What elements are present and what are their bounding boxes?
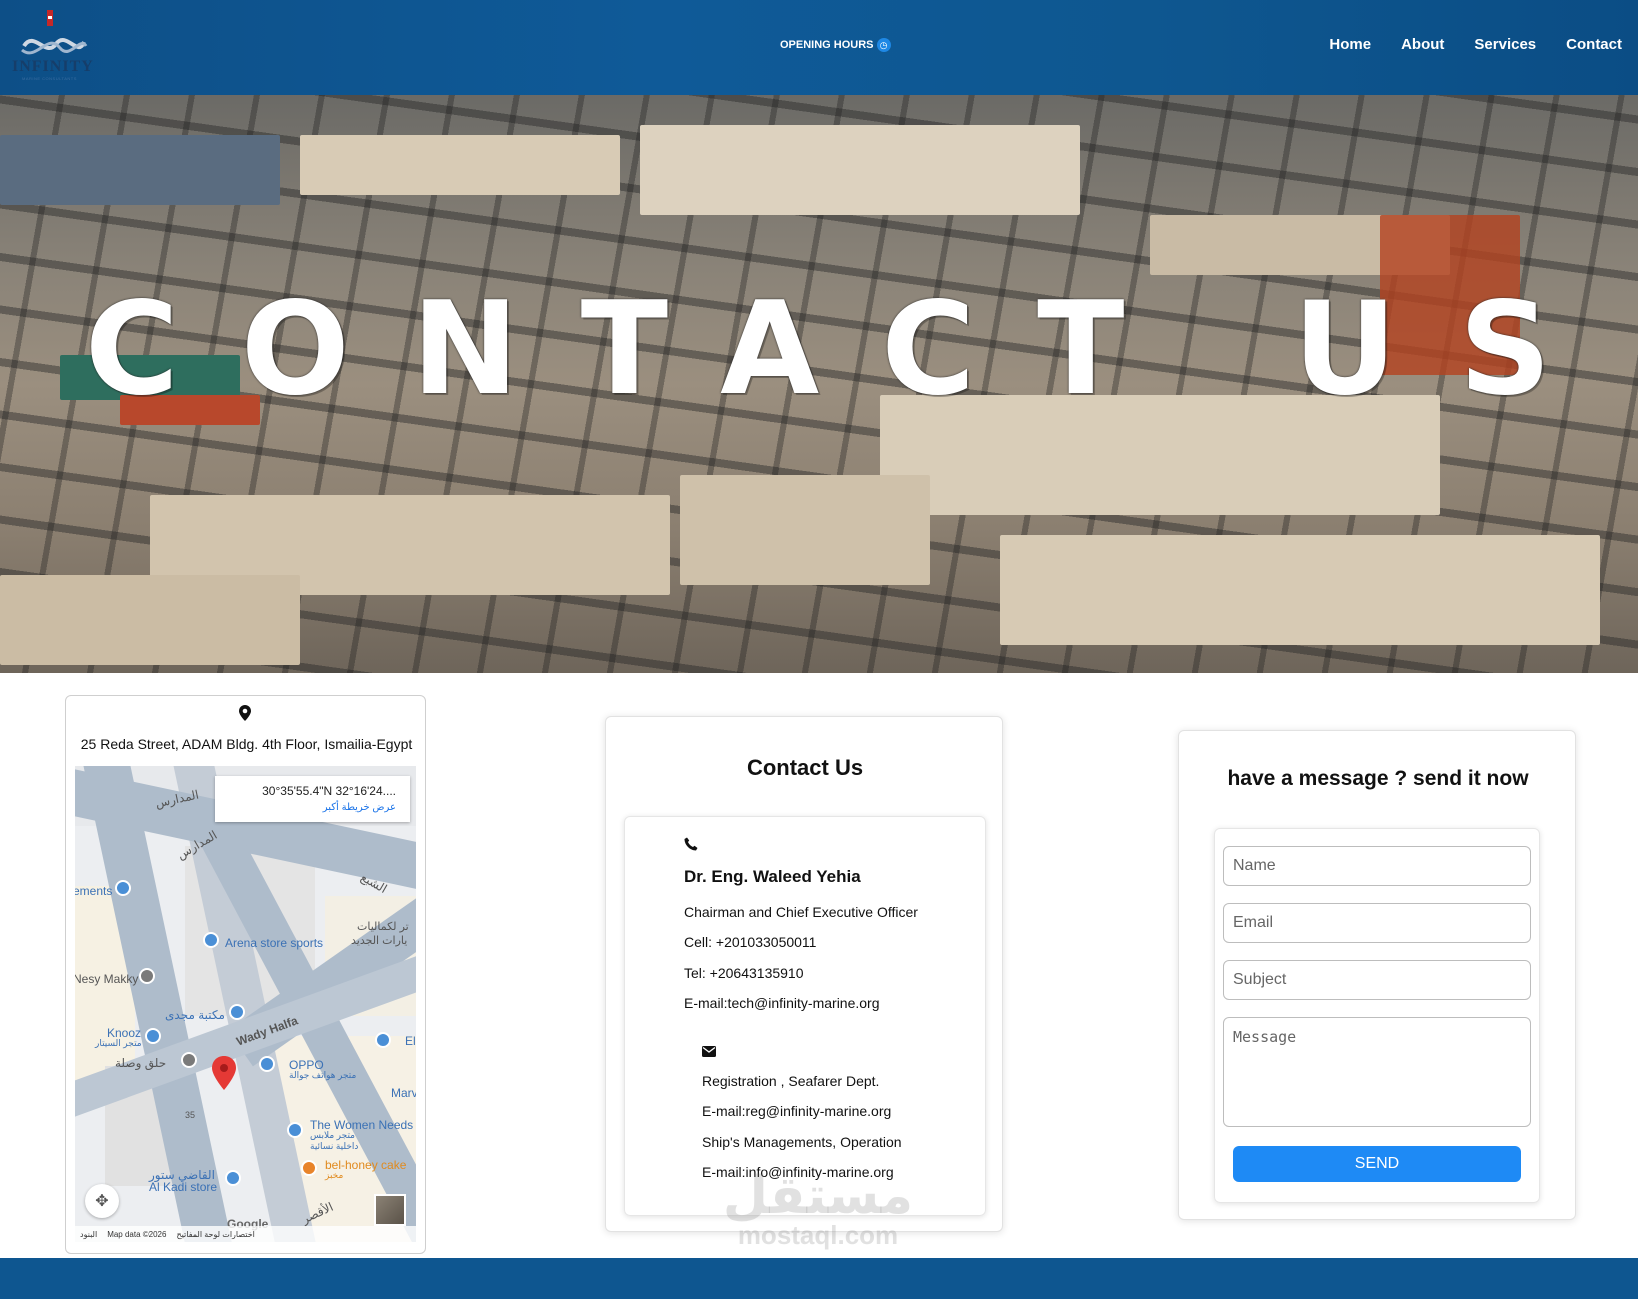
map-poi-icon[interactable] xyxy=(115,880,131,896)
email-input[interactable] xyxy=(1223,903,1531,943)
container-stack xyxy=(300,135,620,195)
map-data-text: Map data ©2026 xyxy=(107,1229,167,1239)
message-textarea[interactable] xyxy=(1223,1017,1531,1127)
map-poi-icon[interactable] xyxy=(287,1122,303,1138)
map-info-box: 30°35'55.4"N 32°16'24.... عرض خريطة أكبر xyxy=(215,776,410,822)
view-larger-map-link[interactable]: عرض خريطة أكبر xyxy=(323,802,396,813)
message-form-card: have a message ? send it now SEND xyxy=(1178,730,1576,1220)
contact-details: Dr. Eng. Waleed Yehia Chairman and Chief… xyxy=(624,816,986,1216)
contact-name: Dr. Eng. Waleed Yehia xyxy=(684,867,861,886)
dept-operations: Ship's Managements, Operation xyxy=(702,1134,902,1150)
name-input[interactable] xyxy=(1223,846,1531,886)
site-header: INFINITY MARINE CONSULTANTS OPENING HOUR… xyxy=(0,0,1638,95)
map-label: متجر السيتار xyxy=(95,1038,142,1048)
bakery-icon[interactable] xyxy=(301,1160,317,1176)
map-label: متجر هواتف جوالة xyxy=(289,1070,357,1080)
nav-about[interactable]: About xyxy=(1401,36,1444,53)
nav-contact[interactable]: Contact xyxy=(1566,36,1622,53)
google-map[interactable]: المدارس المدارس الشبع ements Arena store… xyxy=(75,766,416,1242)
site-footer xyxy=(0,1258,1638,1299)
map-fullscreen-icon[interactable]: ✥ xyxy=(85,1184,119,1218)
location-card: 25 Reda Street, ADAM Bldg. 4th Floor, Is… xyxy=(65,695,426,1254)
subject-input[interactable] xyxy=(1223,960,1531,1000)
satellite-view-toggle[interactable] xyxy=(374,1194,406,1226)
keyboard-shortcuts-link[interactable]: اختصارات لوحة المفاتيح xyxy=(176,1230,254,1239)
logo-text: INFINITY xyxy=(12,58,94,75)
contact-title: Contact Us xyxy=(746,755,864,780)
map-label: تر لكماليات xyxy=(357,921,409,933)
clock-icon: ◷ xyxy=(876,38,891,52)
map-label: Nesy Makky xyxy=(75,972,139,986)
map-poi-icon[interactable] xyxy=(181,1052,197,1068)
message-form: SEND xyxy=(1214,828,1540,1203)
map-label: Al Kadi store xyxy=(149,1180,218,1194)
contact-card: Contact Us Dr. Eng. Waleed Yehia Chairma… xyxy=(605,716,1003,1232)
map-poi-icon[interactable] xyxy=(229,1004,245,1020)
contact-email-reg[interactable]: E-mail:reg@infinity-marine.org xyxy=(702,1103,891,1119)
map-poi-icon[interactable] xyxy=(139,968,155,984)
watermark-latin: mostaql.com xyxy=(737,1220,899,1250)
container-stack xyxy=(0,575,300,665)
phone-icon xyxy=(684,837,698,851)
map-label: يارات الجديد xyxy=(351,935,408,947)
main-nav: Home About Services Contact xyxy=(1329,36,1622,53)
page-title: CONTACT US xyxy=(84,275,1614,424)
mostaql-watermark: مستقل mostaql.com xyxy=(718,1170,918,1248)
map-label: El xyxy=(405,1034,416,1048)
nav-services[interactable]: Services xyxy=(1474,36,1536,53)
map-coordinates: 30°35'55.4"N 32°16'24.... xyxy=(262,784,396,798)
map-label: 35 xyxy=(185,1110,196,1120)
contact-cell[interactable]: Cell: +201033050011 xyxy=(684,934,816,950)
container-stack xyxy=(0,135,280,205)
map-footer: البنود Map data ©2026 اختصارات لوحة المف… xyxy=(75,1226,416,1242)
map-poi-icon[interactable] xyxy=(259,1056,275,1072)
container-stack xyxy=(640,125,1080,215)
map-poi-icon[interactable] xyxy=(145,1028,161,1044)
dept-registration: Registration , Seafarer Dept. xyxy=(702,1073,880,1089)
address-text: 25 Reda Street, ADAM Bldg. 4th Floor, Is… xyxy=(80,736,413,752)
map-label: Marv xyxy=(391,1086,416,1100)
contact-role: Chairman and Chief Executive Officer xyxy=(684,904,918,920)
map-terms-link[interactable]: البنود xyxy=(80,1230,97,1239)
map-poi-icon[interactable] xyxy=(225,1170,241,1186)
map-label: مكتبة مجدى xyxy=(165,1008,225,1022)
opening-hours[interactable]: OPENING HOURS ◷ xyxy=(780,38,891,52)
map-marker-icon[interactable] xyxy=(212,1056,236,1090)
map-label: مخبز xyxy=(325,1170,344,1180)
contact-email-tech[interactable]: E-mail:tech@infinity-marine.org xyxy=(684,995,880,1011)
send-button[interactable]: SEND xyxy=(1233,1146,1521,1182)
location-pin-icon xyxy=(239,705,251,721)
envelope-icon xyxy=(702,1046,716,1057)
hero-banner: CONTACT US xyxy=(0,95,1638,673)
opening-hours-label: OPENING HOURS xyxy=(780,39,874,51)
map-poi-icon[interactable] xyxy=(375,1032,391,1048)
form-title: have a message ? send it now xyxy=(1227,767,1529,790)
map-label: متجر ملابس داخلية نسائية xyxy=(310,1130,359,1151)
nav-home[interactable]: Home xyxy=(1329,36,1371,53)
watermark-arabic: مستقل xyxy=(722,1166,914,1226)
contact-tel[interactable]: Tel: +20643135910 xyxy=(684,965,804,981)
map-poi-icon[interactable] xyxy=(203,932,219,948)
container-stack xyxy=(680,475,930,585)
map-label: ements xyxy=(75,884,113,898)
map-label: حلق وصلة xyxy=(115,1056,167,1070)
logo-subtext: MARINE CONSULTANTS xyxy=(22,76,77,81)
map-label: Arena store sports xyxy=(225,936,324,950)
container-stack xyxy=(1000,535,1600,645)
